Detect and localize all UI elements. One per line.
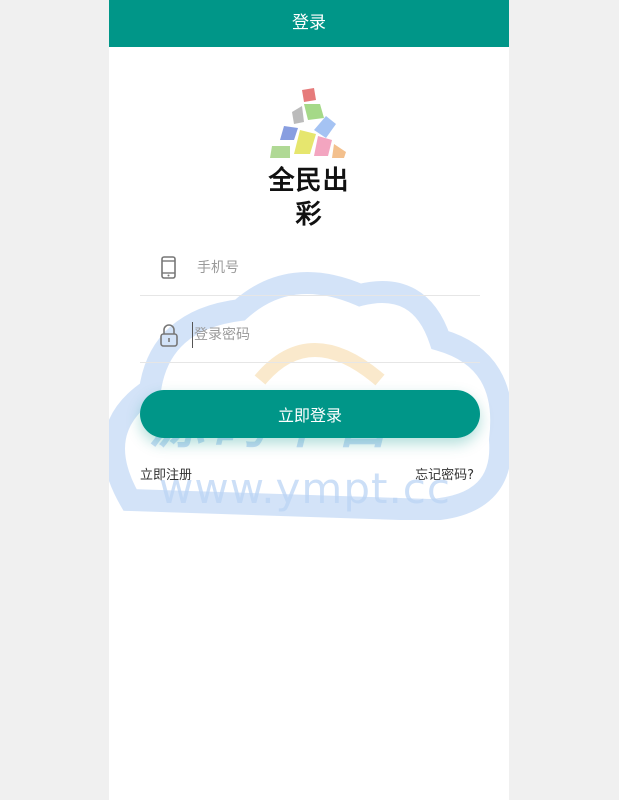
password-field (140, 310, 480, 363)
phone-field (140, 243, 480, 296)
watermark-url: www.ympt.cc (159, 464, 451, 513)
login-button[interactable]: 立即登录 (140, 390, 480, 438)
phone-input[interactable] (197, 255, 447, 281)
logo-triangle-icon (270, 88, 346, 158)
brand-name: 全民出彩 (268, 166, 350, 230)
password-input[interactable] (192, 322, 444, 348)
page-title: 登录 (109, 0, 509, 47)
brand-logo: 全民出彩 (264, 84, 354, 230)
login-screen: 登录 源码平台 www.ympt.cc 全民出彩 (109, 0, 509, 800)
lock-icon (160, 324, 178, 347)
register-link[interactable]: 立即注册 (140, 464, 192, 483)
phone-icon (161, 256, 176, 279)
forgot-password-link[interactable]: 忘记密码? (415, 464, 474, 483)
